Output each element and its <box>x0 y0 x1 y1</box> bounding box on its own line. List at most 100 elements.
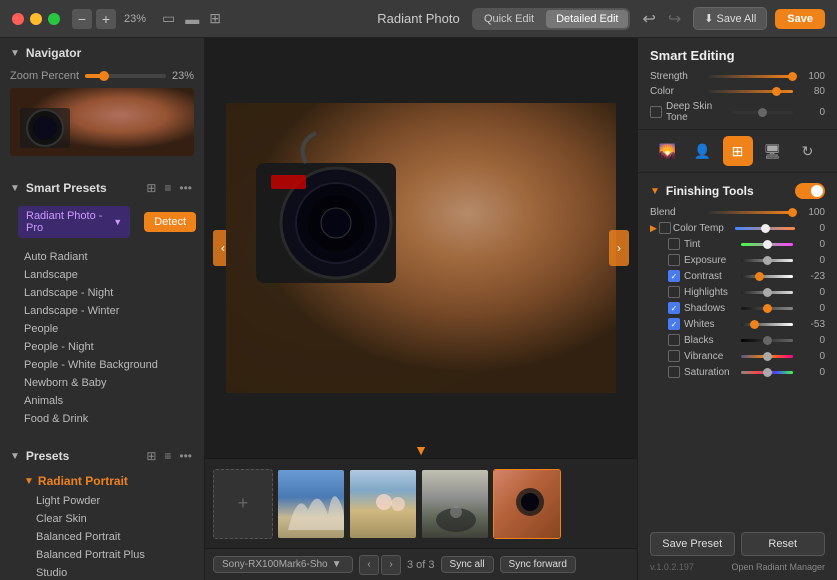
presets-header[interactable]: ▼ Presets ⊞ ≡ ••• <box>0 440 204 470</box>
sync-forward-button[interactable]: Sync forward <box>500 556 576 573</box>
sliders-icon[interactable]: ⊞ <box>723 136 753 166</box>
presets-grid-icon[interactable]: ⊞ <box>144 448 158 464</box>
saturation-value: 0 <box>797 367 825 378</box>
smart-presets-list-icon[interactable]: ≡ <box>162 180 173 196</box>
zoom-slider[interactable] <box>85 74 166 78</box>
smart-presets-more-icon[interactable]: ••• <box>177 180 194 196</box>
highlights-checkbox[interactable] <box>668 286 680 298</box>
blend-slider[interactable] <box>709 211 793 214</box>
undo-button[interactable]: ↩ <box>638 7 659 31</box>
tone-icon[interactable]: 🌄 <box>653 136 683 166</box>
zoom-controls: − + 23% <box>72 9 150 29</box>
color-slider[interactable] <box>709 90 793 93</box>
presets-more-icon[interactable]: ••• <box>177 448 194 464</box>
saturation-checkbox[interactable] <box>668 366 680 378</box>
shadows-slider[interactable] <box>741 307 794 310</box>
whites-slider[interactable] <box>741 323 794 326</box>
preset-clear-skin[interactable]: Clear Skin <box>36 510 204 528</box>
filmstrip-thumb-4[interactable] <box>493 469 561 539</box>
exposure-checkbox[interactable] <box>668 254 680 266</box>
vibrance-slider[interactable] <box>741 355 794 358</box>
preset-dropdown[interactable]: Radiant Photo - Pro ▼ <box>18 206 130 238</box>
tint-checkbox[interactable] <box>668 238 680 250</box>
prev-nav-button[interactable]: ‹ <box>359 555 379 575</box>
reset-button[interactable]: Reset <box>741 532 826 556</box>
strength-slider[interactable] <box>709 75 793 78</box>
smart-presets-header[interactable]: ▼ Smart Presets ⊞ ≡ ••• <box>0 172 204 202</box>
redo-button[interactable]: ↪ <box>664 7 685 31</box>
smart-presets-title: Smart Presets <box>26 181 107 195</box>
saturation-slider[interactable] <box>741 371 794 374</box>
presets-list-icon[interactable]: ≡ <box>162 448 173 464</box>
blacks-slider[interactable] <box>741 339 794 342</box>
blend-label: Blend <box>650 207 705 218</box>
preset-item-auto-radiant[interactable]: Auto Radiant <box>24 248 204 266</box>
preset-balanced-portrait-plus[interactable]: Balanced Portrait Plus <box>36 546 204 564</box>
open-radiant-manager-link[interactable]: Open Radiant Manager <box>731 562 825 572</box>
preset-item-landscape-night[interactable]: Landscape - Night <box>24 284 204 302</box>
shadows-checkbox[interactable] <box>668 302 680 314</box>
contrast-slider[interactable] <box>741 275 794 278</box>
color-temp-checkbox[interactable] <box>659 222 671 234</box>
finishing-tools-toggle[interactable] <box>795 183 825 199</box>
preset-light-powder[interactable]: Light Powder <box>36 492 204 510</box>
fullscreen-button[interactable] <box>48 13 60 25</box>
exposure-slider[interactable] <box>741 259 794 262</box>
preset-studio[interactable]: Studio <box>36 564 204 580</box>
tab-quick-edit[interactable]: Quick Edit <box>474 10 544 28</box>
deep-skin-checkbox[interactable] <box>650 106 662 118</box>
deep-skin-row: Deep Skin Tone 0 <box>638 99 837 125</box>
navigator-header[interactable]: ▼ Navigator <box>0 38 204 66</box>
save-all-button[interactable]: ⬇ Save All <box>693 7 767 30</box>
minimize-button[interactable] <box>30 13 42 25</box>
save-button[interactable]: Save <box>775 9 825 29</box>
preset-item-people[interactable]: People <box>24 320 204 338</box>
whites-checkbox[interactable] <box>668 318 680 330</box>
smart-editing-title: Smart Editing <box>638 38 837 69</box>
preset-item-landscape[interactable]: Landscape <box>24 266 204 284</box>
presets-chevron-icon: ▼ <box>10 451 20 462</box>
sync-all-button[interactable]: Sync all <box>441 556 494 573</box>
single-view-button[interactable]: ▭ <box>160 8 177 29</box>
filmstrip-add-button[interactable]: + <box>213 469 273 539</box>
tab-detailed-edit[interactable]: Detailed Edit <box>546 10 628 28</box>
tint-slider[interactable] <box>741 243 794 246</box>
filmstrip-thumb-1[interactable] <box>277 469 345 539</box>
zoom-out-button[interactable]: − <box>72 9 92 29</box>
saturation-thumb <box>763 368 772 377</box>
filmstrip-thumb-3[interactable] <box>421 469 489 539</box>
rotate-icon[interactable]: ↻ <box>793 136 823 166</box>
preset-item-animals[interactable]: Animals <box>24 392 204 410</box>
blacks-checkbox[interactable] <box>668 334 680 346</box>
person-icon[interactable]: 👤 <box>688 136 718 166</box>
blend-row: Blend 100 <box>638 205 837 220</box>
zoom-in-button[interactable]: + <box>96 9 116 29</box>
vibrance-checkbox[interactable] <box>668 350 680 362</box>
deep-skin-slider[interactable] <box>732 111 794 114</box>
shadows-row: Shadows 0 <box>638 300 837 316</box>
display-icon[interactable]: 🖥 <box>758 136 788 166</box>
color-temp-slider[interactable] <box>735 227 795 230</box>
preset-item-landscape-winter[interactable]: Landscape - Winter <box>24 302 204 320</box>
next-photo-button[interactable]: › <box>609 230 629 266</box>
highlights-label: Highlights <box>684 287 737 298</box>
preset-balanced-portrait[interactable]: Balanced Portrait <box>36 528 204 546</box>
radiant-portrait-header[interactable]: ▼ Radiant Portrait <box>0 470 204 492</box>
color-temp-expand-icon[interactable]: ▶ <box>650 223 657 234</box>
grid-view-button[interactable]: ⊞ <box>207 8 223 29</box>
highlights-slider[interactable] <box>741 291 794 294</box>
view-mode-buttons: ▭ ▬ ⊞ <box>160 8 223 29</box>
detect-button[interactable]: Detect <box>144 212 196 232</box>
preset-item-newborn[interactable]: Newborn & Baby <box>24 374 204 392</box>
preset-item-people-night[interactable]: People - Night <box>24 338 204 356</box>
close-button[interactable] <box>12 13 24 25</box>
smart-presets-grid-icon[interactable]: ⊞ <box>144 180 158 196</box>
preset-item-food[interactable]: Food & Drink <box>24 410 204 428</box>
save-preset-button[interactable]: Save Preset <box>650 532 735 556</box>
next-nav-button[interactable]: › <box>381 555 401 575</box>
contrast-checkbox[interactable] <box>668 270 680 282</box>
finishing-tools-header[interactable]: ▼ Finishing Tools <box>638 177 837 205</box>
filmstrip-thumb-2[interactable] <box>349 469 417 539</box>
preset-item-people-white-bg[interactable]: People - White Background <box>24 356 204 374</box>
split-view-button[interactable]: ▬ <box>183 8 201 29</box>
